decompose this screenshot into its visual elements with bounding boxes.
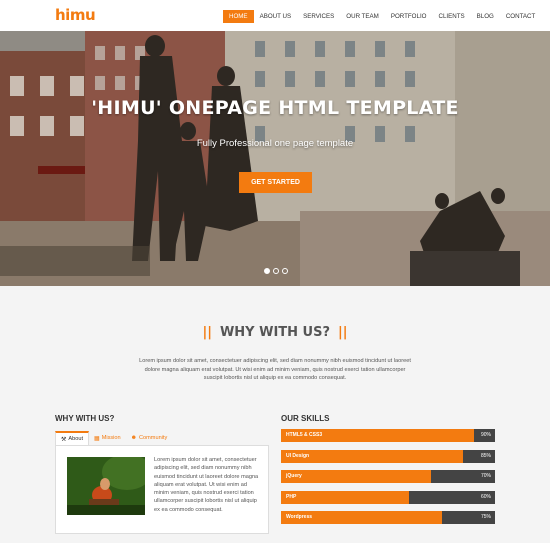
skill-fill [281,470,431,483]
skill-name: Wordpress [286,514,313,520]
wrench-icon: ⚒ [61,436,67,443]
top-navbar: himu HOME ABOUT US SERVICES OUR TEAM POR… [0,0,550,31]
tab-mission[interactable]: ▦ Mission [89,431,126,445]
nav-home[interactable]: HOME [223,10,254,23]
tab-label: Mission [101,435,121,441]
skills-list: HTML5 & CSS3 90% UI Design 85% jQuery 70… [281,429,495,532]
skill-percent: 75% [480,514,491,520]
skill-bar-wordpress: Wordpress 75% [281,511,495,524]
nav-clients[interactable]: CLIENTS [432,10,470,23]
get-started-button[interactable]: GET STARTED [239,172,312,193]
slider-dot-3[interactable] [282,268,288,274]
why-section-heading: || WHY WITH US? || [0,325,550,340]
hero-slider: 'HIMU' ONEPAGE HTML TEMPLATE Fully Profe… [0,31,550,286]
skill-bar-php: PHP 60% [281,490,495,504]
hero-subtitle: Fully Professional one page template [196,138,354,149]
tab-body-text: Lorem ipsum dolor sit amet, consectetuer… [154,457,259,513]
tab-community[interactable]: ☻ Community [126,431,173,445]
skill-name: HTML5 & CSS3 [286,432,323,438]
heading-bar-icon: || [202,325,212,340]
why-paragraph: Lorem ipsum dolor sit amet, consectetuer… [139,358,411,381]
skill-percent: 90% [480,432,491,438]
main-menu: HOME ABOUT US SERVICES OUR TEAM PORTFOLI… [223,10,541,23]
tab-label: Community [138,435,168,441]
hero-background-image [0,31,550,286]
skill-percent: 60% [480,493,491,500]
why-heading-text: WHY WITH US? [219,325,331,340]
skill-name: UI Design [286,452,310,459]
tab-image [67,457,145,515]
nav-blog[interactable]: BLOG [471,10,500,23]
slider-dots [264,268,288,274]
nav-portfolio[interactable]: PORTFOLIO [385,10,433,23]
tab-bar: ⚒ About ▦ Mission ☻ Community [55,431,172,445]
nav-about-us[interactable]: ABOUT US [254,10,298,23]
skill-bar-jquery: jQuery 70% [281,470,495,483]
slider-dot-2[interactable] [273,268,279,274]
tabs-section-title: WHY WITH US? [55,414,115,423]
site-logo[interactable]: himu [55,6,96,24]
skill-name: jQuery [286,473,302,479]
nav-services[interactable]: SERVICES [297,10,340,23]
slider-dot-1[interactable] [264,268,270,274]
tab-panel-about: Lorem ipsum dolor sit amet, consectetuer… [55,445,269,534]
nav-our-team[interactable]: OUR TEAM [340,10,385,23]
tab-label: About [68,436,84,442]
heading-bar-icon: || [338,325,348,340]
skill-bar-html: HTML5 & CSS3 90% [281,429,495,442]
nav-contact[interactable]: CONTACT [500,10,541,23]
hero-title: 'HIMU' ONEPAGE HTML TEMPLATE [91,97,459,119]
skill-percent: 85% [480,452,491,459]
users-icon: ☻ [130,435,137,441]
skill-fill [281,490,410,504]
skill-bar-ui-design: UI Design 85% [281,449,495,463]
grid-icon: ▦ [94,435,100,442]
skill-name: PHP [286,493,297,500]
tab-about[interactable]: ⚒ About [55,431,90,445]
skill-percent: 70% [480,473,491,479]
skills-section-title: OUR SKILLS [281,414,330,423]
